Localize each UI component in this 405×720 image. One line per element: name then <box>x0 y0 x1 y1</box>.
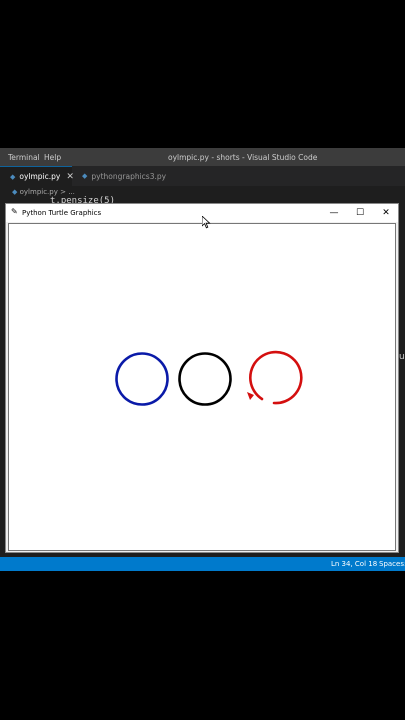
turtle-window-title: Python Turtle Graphics <box>22 209 102 217</box>
tab-pythongraphics3[interactable]: ◆ pythongraphics3.py <box>80 166 166 186</box>
tab-label: pythongraphics3.py <box>91 171 167 181</box>
mouse-pointer-icon <box>202 216 211 229</box>
turtle-graphics-window: ✎ Python Turtle Graphics — ☐ ✕ <box>5 203 399 553</box>
indentation-status[interactable]: Spaces: <box>379 560 405 568</box>
side-glyph: u <box>399 352 405 362</box>
tab-label: oylmpic.py <box>19 172 61 181</box>
python-file-icon: ◆ <box>12 188 18 196</box>
menu-bar: Terminal Help oylmpic.py - shorts - Visu… <box>0 148 405 166</box>
editor-tab-bar: ◆ oylmpic.py ✕ ◆ pythongraphics3.py <box>0 166 405 186</box>
blue-ring <box>115 352 169 406</box>
breadcrumb-file[interactable]: oylmpic.py <box>20 188 58 196</box>
menu-help[interactable]: Help <box>44 153 61 162</box>
menu-terminal[interactable]: Terminal <box>8 153 40 162</box>
close-button[interactable]: ✕ <box>377 206 395 220</box>
turtle-canvas[interactable] <box>8 223 396 551</box>
turtle-drawing <box>115 350 303 406</box>
close-icon[interactable]: ✕ <box>66 172 74 182</box>
cursor-position[interactable]: Ln 34, Col 18 <box>331 560 377 568</box>
breadcrumb-separator: > <box>60 188 66 196</box>
python-file-icon: ◆ <box>82 172 88 180</box>
window-title: oylmpic.py - shorts - Visual Studio Code <box>168 153 318 162</box>
feather-icon: ✎ <box>11 207 18 216</box>
minimize-button[interactable]: — <box>325 206 343 220</box>
maximize-button[interactable]: ☐ <box>351 206 369 220</box>
turtle-cursor-icon <box>247 392 254 400</box>
tab-oylmpic[interactable]: ◆ oylmpic.py ✕ <box>0 166 74 186</box>
red-ring-partial <box>249 350 303 405</box>
status-bar: Ln 34, Col 18 Spaces: <box>0 557 405 571</box>
breadcrumb-rest[interactable]: ... <box>68 188 75 196</box>
black-ring <box>178 352 232 406</box>
python-file-icon: ◆ <box>10 172 16 181</box>
